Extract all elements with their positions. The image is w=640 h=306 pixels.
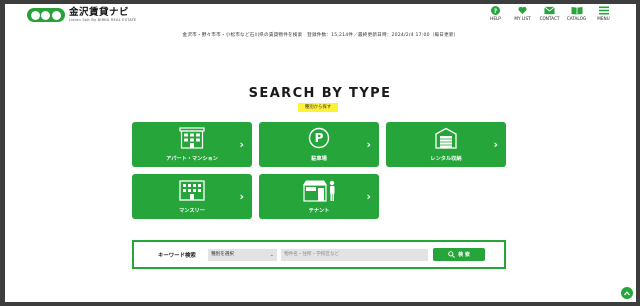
chevron-right-icon: › xyxy=(239,190,244,203)
storage-icon xyxy=(435,127,457,149)
logo-subtitle: Listen Salt By BIRKA REAL ESTATE xyxy=(69,18,137,22)
property-type-select[interactable]: 種別を選択 ⌄ xyxy=(208,249,277,261)
heart-icon xyxy=(518,6,527,15)
chevron-up-icon xyxy=(624,290,630,295)
logo-mark-icon xyxy=(27,8,65,22)
nav-contact-label: CONTACT xyxy=(539,16,560,21)
back-to-top-button[interactable] xyxy=(621,287,633,299)
help-icon: ? xyxy=(491,6,500,15)
parking-icon: P xyxy=(308,127,330,149)
nav-catalog[interactable]: CATALOG xyxy=(563,6,590,21)
site-logo[interactable]: 金沢賃貸ナビ Listen Salt By BIRKA REAL ESTATE xyxy=(27,7,136,23)
tile-parking[interactable]: P › 駐車場 xyxy=(259,122,379,167)
nav-contact[interactable]: CONTACT xyxy=(536,6,563,21)
svg-text:P: P xyxy=(315,131,324,145)
svg-text:?: ? xyxy=(494,8,498,15)
search-icon xyxy=(448,251,456,258)
property-type-select-value: 種別を選択 xyxy=(211,252,234,257)
tile-apartment[interactable]: › アパート・マンション xyxy=(132,122,252,167)
tile-tenant-label: テナント xyxy=(308,208,330,214)
tile-parking-label: 駐車場 xyxy=(311,156,327,162)
section-title: SEARCH BY TYPE xyxy=(248,86,392,101)
section-subtitle-badge: 種別から探す xyxy=(298,103,338,112)
tile-monthly-label: マンスリー xyxy=(179,208,205,214)
nav-help-label: HELP xyxy=(490,16,501,21)
keyword-input[interactable]: 物件名・住所・学校区など xyxy=(281,249,428,261)
chevron-right-icon: › xyxy=(366,190,371,203)
site-header: 金沢賃貸ナビ Listen Salt By BIRKA REAL ESTATE … xyxy=(5,4,636,28)
tile-monthly[interactable]: › マンスリー xyxy=(132,174,252,219)
search-button[interactable]: 検 索 xyxy=(433,248,485,261)
listing-info-bar: 金沢市・野々市市・小松市など石川県の賃貸物件を検索 登録件数：15,214件／最… xyxy=(182,33,459,38)
menu-icon xyxy=(598,6,609,15)
chevron-right-icon: › xyxy=(366,138,371,151)
window-frame-left xyxy=(0,0,5,306)
nav-help[interactable]: ? HELP xyxy=(482,6,509,21)
monthly-building-icon xyxy=(179,180,205,201)
tile-rental-storage[interactable]: › レンタル収納 xyxy=(386,122,506,167)
keyword-search-label: キーワード検索 xyxy=(158,253,196,259)
tile-apartment-label: アパート・マンション xyxy=(166,156,218,162)
book-icon xyxy=(571,7,582,15)
tile-rental-storage-label: レンタル収納 xyxy=(430,156,462,162)
nav-my-list-label: MY LIST xyxy=(514,16,531,21)
chevron-down-icon: ⌄ xyxy=(269,252,274,258)
window-frame-right xyxy=(636,0,640,306)
nav-menu-label: MENU xyxy=(597,16,610,21)
search-button-label: 検 索 xyxy=(458,252,470,258)
tenant-shop-icon xyxy=(303,180,335,202)
nav-menu[interactable]: MENU xyxy=(590,6,617,21)
tile-tenant[interactable]: › テナント xyxy=(259,174,379,219)
nav-my-list[interactable]: MY LIST xyxy=(509,6,536,21)
apartment-icon xyxy=(179,127,205,149)
keyword-search-box: キーワード検索 種別を選択 ⌄ 物件名・住所・学校区など 検 索 xyxy=(132,240,506,269)
header-nav: ? HELP MY LIST CONTACT CATALOG MENU xyxy=(482,6,617,21)
mail-icon xyxy=(544,6,555,15)
nav-catalog-label: CATALOG xyxy=(566,16,587,21)
chevron-right-icon: › xyxy=(493,138,498,151)
logo-title: 金沢賃貸ナビ xyxy=(69,7,130,18)
chevron-right-icon: › xyxy=(239,138,244,151)
window-frame-bottom xyxy=(0,302,640,306)
